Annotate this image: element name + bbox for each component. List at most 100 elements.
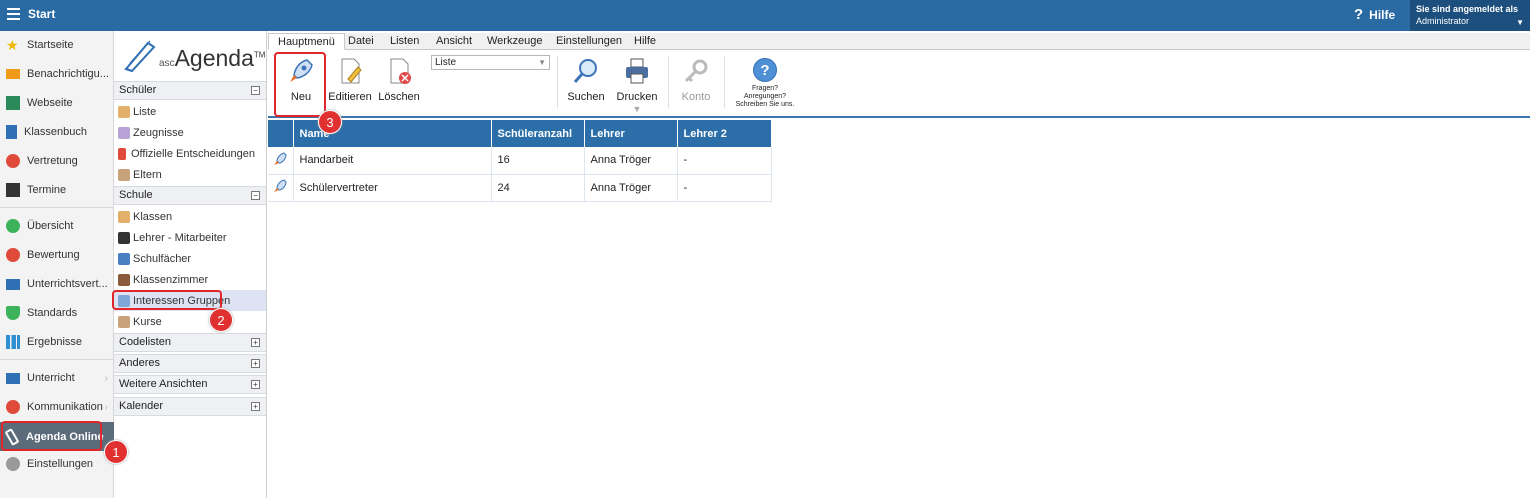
star-icon: ★ bbox=[6, 37, 19, 53]
tree-item-entscheidungen[interactable]: Offizielle Entscheidungen bbox=[114, 143, 266, 164]
nav-uebersicht[interactable]: Übersicht bbox=[0, 213, 114, 239]
group-icon bbox=[118, 315, 130, 328]
tab-ansicht[interactable]: Ansicht bbox=[436, 33, 472, 50]
tab-hauptmenue[interactable]: Hauptmenü bbox=[268, 33, 345, 50]
section-codelisten[interactable]: Codelisten + bbox=[114, 333, 266, 352]
feedback-button[interactable]: ? Fragen? Anregungen? Schreiben Sie uns. bbox=[730, 58, 800, 109]
nav-label: Startseite bbox=[27, 39, 74, 51]
menu-icon[interactable] bbox=[7, 8, 20, 20]
tree-item-kurse[interactable]: Kurse bbox=[114, 311, 266, 332]
nav-unterricht[interactable]: Unterricht › bbox=[0, 365, 114, 391]
tree-item-lehrer[interactable]: Lehrer - Mitarbeiter bbox=[114, 227, 266, 248]
section-schueler[interactable]: Schüler − bbox=[114, 81, 266, 100]
collapse-icon[interactable]: − bbox=[251, 86, 260, 95]
editieren-label: Editieren bbox=[328, 91, 372, 103]
nav-webseite[interactable]: Webseite bbox=[0, 90, 114, 116]
nav-standards[interactable]: Standards bbox=[0, 300, 114, 326]
nav-bewertung[interactable]: Bewertung bbox=[0, 242, 114, 268]
tree-item-label: Zeugnisse bbox=[133, 126, 184, 139]
table-row[interactable]: Handarbeit 16 Anna Tröger - bbox=[268, 147, 772, 175]
cell-schueleranzahl: 24 bbox=[491, 174, 585, 202]
nav-klassenbuch[interactable]: Klassenbuch bbox=[0, 119, 114, 145]
tree-panel: ascAgendaTM Schüler − Liste Zeugnisse Off… bbox=[114, 31, 267, 498]
collapse-icon[interactable]: − bbox=[251, 191, 260, 200]
loeschen-button[interactable]: Löschen bbox=[376, 57, 422, 112]
pin-icon bbox=[118, 147, 126, 160]
student-icon bbox=[118, 105, 130, 118]
nav-ergebnisse[interactable]: Ergebnisse bbox=[0, 329, 114, 355]
tab-datei[interactable]: Datei bbox=[348, 33, 374, 50]
tree-item-schulfaecher[interactable]: Schulfächer bbox=[114, 248, 266, 269]
tree-item-klassenzimmer[interactable]: Klassenzimmer bbox=[114, 269, 266, 290]
column-header-lehrer[interactable]: Lehrer bbox=[584, 120, 678, 147]
parents-icon bbox=[118, 168, 130, 181]
section-label: Schüler bbox=[119, 84, 157, 96]
calendar-icon bbox=[6, 183, 20, 197]
section-schule[interactable]: Schule − bbox=[114, 186, 266, 205]
tree-item-klassen[interactable]: Klassen bbox=[114, 206, 266, 227]
nav-label: Übersicht bbox=[27, 220, 74, 232]
tree-item-label: Klassen bbox=[133, 210, 173, 223]
nav-label: Vertretung bbox=[27, 155, 78, 167]
step-badge-2: 2 bbox=[209, 308, 233, 332]
gear-icon bbox=[6, 457, 20, 471]
groups-table: Name Schüleranzahl Lehrer Lehrer 2 Handa… bbox=[268, 120, 772, 202]
suchen-button[interactable]: Suchen bbox=[563, 57, 609, 112]
ribbon-toolbar: Neu Editieren Löschen Liste ▼ Suchen Druc… bbox=[268, 50, 1530, 118]
nav-kommunikation[interactable]: Kommunikation › bbox=[0, 394, 114, 420]
column-header-lehrer2[interactable]: Lehrer 2 bbox=[677, 120, 772, 147]
tab-werkzeuge[interactable]: Werkzeuge bbox=[487, 33, 542, 50]
drucken-button[interactable]: Drucken ▼ bbox=[611, 57, 663, 115]
drucken-text: Drucken bbox=[616, 91, 658, 103]
tree-item-zeugnisse[interactable]: Zeugnisse bbox=[114, 122, 266, 143]
editieren-button[interactable]: Editieren bbox=[327, 57, 373, 112]
logo-tm: TM bbox=[253, 50, 266, 60]
nav-termine[interactable]: Termine bbox=[0, 177, 114, 203]
menu-tabs: Hauptmenü Datei Listen Ansicht Werkzeuge… bbox=[268, 33, 1530, 50]
section-weitere-ansichten[interactable]: Weitere Ansichten + bbox=[114, 375, 266, 394]
app-title[interactable]: Start bbox=[28, 7, 55, 21]
nav-vertretung[interactable]: Vertretung bbox=[0, 148, 114, 174]
nav-label: Ergebnisse bbox=[27, 336, 83, 348]
cell-name: Handarbeit bbox=[293, 147, 492, 175]
check-circle-icon bbox=[6, 219, 20, 233]
nav-benachrichtigungen[interactable]: Benachrichtigu... bbox=[0, 61, 114, 87]
expand-icon[interactable]: + bbox=[251, 359, 260, 368]
suchen-label: Suchen bbox=[567, 91, 605, 103]
door-icon bbox=[118, 273, 130, 286]
step-badge-1: 1 bbox=[104, 440, 128, 464]
tab-einstellungen[interactable]: Einstellungen bbox=[556, 33, 622, 50]
select-value: Liste bbox=[435, 57, 457, 68]
help-link[interactable]: ? Hilfe bbox=[1354, 6, 1395, 23]
tree-item-eltern[interactable]: Eltern bbox=[114, 164, 266, 185]
expand-icon[interactable]: + bbox=[251, 380, 260, 389]
step-badge-3: 3 bbox=[318, 110, 342, 134]
nav-unterrichtsverteilung[interactable]: Unterrichtsvert... bbox=[0, 271, 114, 297]
nav-label: Kommunikation bbox=[27, 401, 103, 413]
section-kalender[interactable]: Kalender + bbox=[114, 397, 266, 416]
expand-icon[interactable]: + bbox=[251, 338, 260, 347]
expand-icon[interactable]: + bbox=[251, 402, 260, 411]
tree-item-liste[interactable]: Liste bbox=[114, 101, 266, 122]
tab-listen[interactable]: Listen bbox=[390, 33, 419, 50]
section-anderes[interactable]: Anderes + bbox=[114, 354, 266, 373]
drucken-label: Drucken ▼ bbox=[611, 91, 663, 115]
icon-column-header bbox=[268, 120, 294, 147]
nav-divider bbox=[0, 359, 114, 360]
nav-einstellungen[interactable]: Einstellungen bbox=[0, 451, 114, 477]
user-menu[interactable]: Sie sind angemeldet als Administrator ▼ bbox=[1410, 0, 1530, 31]
section-label: Weitere Ansichten bbox=[119, 378, 208, 390]
tree-item-label: Liste bbox=[133, 105, 157, 118]
cell-lehrer2: - bbox=[677, 174, 772, 202]
list-view-select[interactable]: Liste ▼ bbox=[431, 55, 550, 70]
chevron-down-icon: ▼ bbox=[538, 58, 546, 67]
logo-agenda: Agenda bbox=[174, 45, 254, 71]
column-header-schueleranzahl[interactable]: Schüleranzahl bbox=[491, 120, 585, 147]
nav-label: Unterricht bbox=[27, 372, 75, 384]
table-row[interactable]: Schülervertreter 24 Anna Tröger - bbox=[268, 174, 772, 202]
nav-startseite[interactable]: ★ Startseite bbox=[0, 32, 114, 58]
certificate-icon bbox=[118, 126, 130, 139]
tab-hilfe[interactable]: Hilfe bbox=[634, 33, 656, 50]
highlight-agenda-online bbox=[1, 421, 102, 451]
book-icon bbox=[6, 125, 17, 139]
